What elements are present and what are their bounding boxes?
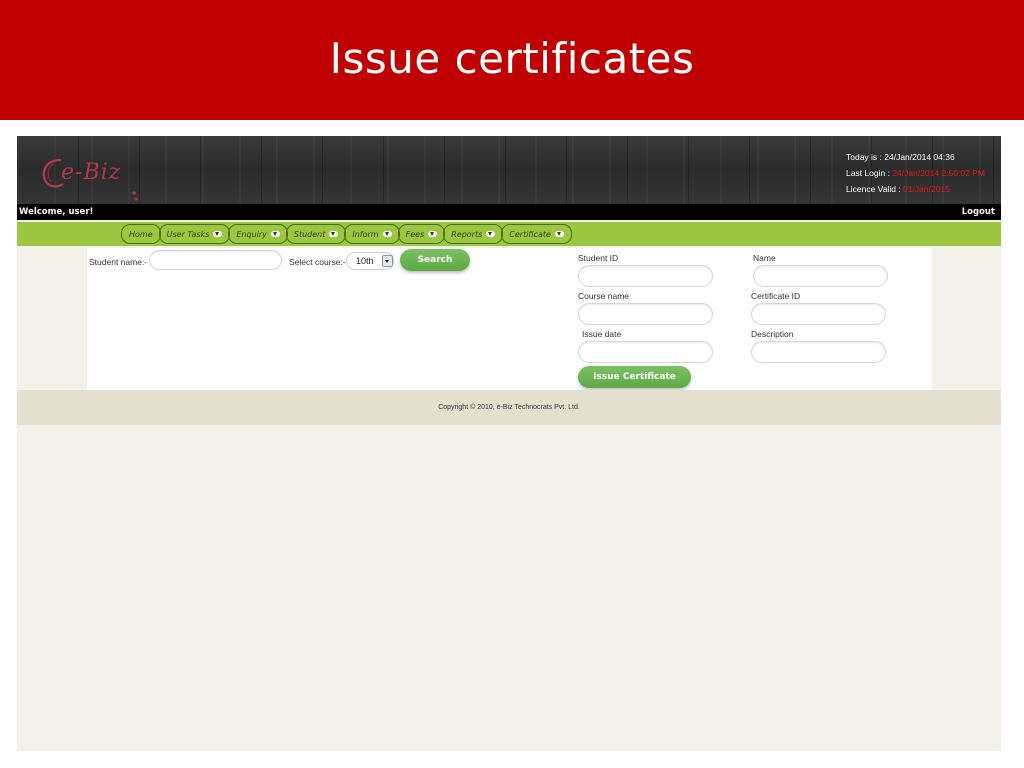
student-id-input[interactable] [578, 265, 713, 287]
welcome-text: Welcome, user! [19, 207, 94, 217]
licence-row: Licence Valid : 01/Jan/2015 [846, 181, 985, 197]
nav-item-enquiry[interactable]: Enquiry [228, 224, 288, 244]
content-panel: Student name:- Select course:- 10th Sear… [87, 248, 932, 390]
logo-text: e-Biz [61, 160, 122, 185]
app-window: e-Biz Today is : 24/Jan/2014 04:36 Last … [17, 136, 1001, 751]
issue-date-label: Issue date [582, 329, 622, 339]
nav-item-label: Reports [451, 229, 483, 239]
name-input[interactable] [753, 265, 888, 287]
nav-item-label: Fees [405, 229, 425, 239]
footer: Copyright © 2010, e-Biz Technocrats Pvt.… [17, 390, 1001, 425]
name-label: Name [753, 253, 776, 263]
logout-link[interactable]: Logout [962, 207, 995, 217]
nav-item-label: Student [293, 229, 326, 239]
slide-header: Issue certificates [0, 0, 1024, 120]
nav-item-student[interactable]: Student [285, 224, 347, 244]
certificate-id-label: Certificate ID [751, 291, 801, 301]
nav-item-home[interactable]: Home [121, 224, 161, 244]
nav-item-label: Home [129, 229, 153, 239]
course-name-label: Course name [578, 291, 630, 301]
select-course-label: Select course:- [289, 257, 346, 267]
course-select[interactable]: 10th [346, 252, 394, 270]
nav-item-label: Certificate [509, 229, 551, 239]
description-label: Description [751, 329, 794, 339]
logo[interactable]: e-Biz [39, 156, 138, 207]
course-name-input[interactable] [578, 303, 713, 325]
session-info: Today is : 24/Jan/2014 04:36 Last Login … [846, 149, 985, 197]
header-banner: e-Biz Today is : 24/Jan/2014 04:36 Last … [17, 136, 1001, 207]
nav-item-label: User Tasks [166, 229, 210, 239]
chevron-down-icon [329, 231, 339, 237]
chevron-down-icon [428, 231, 438, 237]
certificate-id-input[interactable] [751, 303, 886, 325]
chevron-down-icon [486, 231, 496, 237]
chevron-down-icon [554, 231, 564, 237]
chevron-down-icon [270, 231, 280, 237]
last-login-value: 24/Jan/2014 2:50:02 PM [892, 168, 985, 178]
nav-item-fees[interactable]: Fees [397, 224, 446, 244]
search-button[interactable]: Search [400, 249, 470, 271]
chevron-down-icon [213, 231, 223, 237]
copyright-text: Copyright © 2010, e-Biz Technocrats Pvt.… [438, 404, 580, 411]
description-input[interactable] [751, 341, 886, 363]
nav-items: Home User Tasks Enquiry Student Inform F… [121, 224, 572, 244]
nav-item-certificate[interactable]: Certificate [501, 224, 572, 244]
student-name-label: Student name:- [89, 257, 148, 267]
nav-item-reports[interactable]: Reports [443, 224, 504, 244]
chevron-down-icon [382, 255, 393, 267]
last-login-row: Last Login : 24/Jan/2014 2:50:02 PM [846, 165, 985, 181]
nav-item-inform[interactable]: Inform [344, 224, 400, 244]
last-login-label: Last Login : [846, 168, 893, 178]
nav-item-label: Inform [352, 229, 379, 239]
licence-value: 01/Jan/2015 [903, 184, 950, 194]
student-name-input[interactable] [149, 250, 282, 270]
licence-label: Licence Valid : [846, 184, 904, 194]
course-select-value: 10th [356, 256, 374, 266]
today-text: Today is : 24/Jan/2014 04:36 [846, 152, 955, 162]
nav-item-user-tasks[interactable]: User Tasks [158, 224, 231, 244]
main-nav: Home User Tasks Enquiry Student Inform F… [17, 222, 1001, 246]
chevron-down-icon [382, 231, 392, 237]
nav-item-label: Enquiry [236, 229, 267, 239]
slide-title: Issue certificates [329, 33, 695, 83]
issue-date-input[interactable] [578, 341, 713, 363]
issue-certificate-button[interactable]: Issue Certificate [578, 366, 691, 388]
student-id-label: Student ID [578, 253, 619, 263]
welcome-bar: Welcome, user! Logout [17, 204, 1001, 220]
